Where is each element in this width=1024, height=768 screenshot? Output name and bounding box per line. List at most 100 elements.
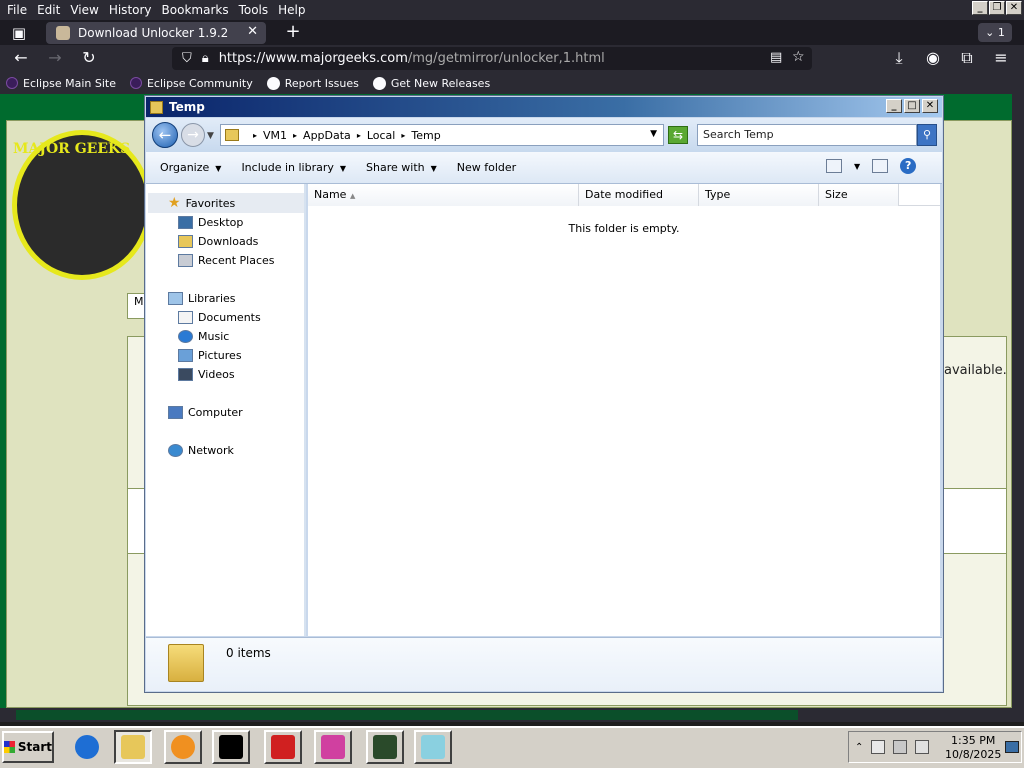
menu-tools[interactable]: Tools [239, 3, 269, 17]
taskbar-ie[interactable] [68, 730, 106, 764]
network-icon [168, 443, 183, 457]
forward-button[interactable]: → [181, 123, 205, 147]
preview-pane-icon[interactable] [872, 159, 889, 173]
address-dropdown-icon[interactable]: ▼ [650, 129, 657, 139]
nav-favorites[interactable]: ★ Favorites [168, 194, 235, 212]
refresh-button[interactable]: ⇆ [668, 126, 688, 144]
nav-pictures[interactable]: Pictures [178, 346, 242, 364]
help-icon[interactable]: ? [900, 158, 917, 174]
horizontal-scrollbar-thumb[interactable] [16, 710, 798, 720]
explorer-title: Temp [169, 100, 205, 114]
bookmark-eclipse-community[interactable]: Eclipse Community [129, 77, 253, 90]
breadcrumb-vm1[interactable]: VM1 [263, 129, 287, 142]
nav-computer[interactable]: Computer [168, 403, 243, 421]
nav-libraries[interactable]: Libraries [168, 289, 236, 307]
new-folder-button[interactable]: New folder [457, 161, 516, 174]
extensions-icon[interactable]: ⧉ [956, 48, 978, 68]
minimize-button[interactable]: _ [972, 1, 988, 15]
share-with-button[interactable]: Share with ▼ [366, 161, 437, 174]
new-tab-button[interactable]: + [282, 22, 304, 44]
taskbar-monitor[interactable] [366, 730, 404, 764]
column-size[interactable]: Size [819, 184, 899, 206]
app-menu-icon[interactable]: ≡ [990, 48, 1012, 68]
start-button[interactable]: Start [2, 731, 54, 763]
address-bar[interactable]: ▸ VM1 ▸ AppData ▸ Local ▸ Temp ▼ [220, 124, 664, 146]
shield-icon[interactable]: ⛉ [182, 51, 192, 66]
breadcrumb-separator-icon[interactable]: ▸ [357, 131, 361, 140]
majorgeeks-logo[interactable]: MAJOR GEEKS [12, 130, 152, 280]
bookmark-report-issues[interactable]: Report Issues [266, 76, 359, 90]
nav-music[interactable]: Music [178, 327, 229, 345]
recent-pages-dropdown-icon[interactable]: ▼ [207, 131, 214, 141]
change-view-icon[interactable] [826, 159, 842, 173]
lock-icon[interactable]: 🔒︎ [202, 51, 209, 66]
firefox-view-icon[interactable]: ▣ [8, 24, 30, 42]
share-label: Share with [366, 161, 425, 174]
explorer-title-bar[interactable]: Temp [146, 97, 942, 117]
search-input[interactable]: Search Temp [697, 124, 917, 146]
taskbar-media-player[interactable] [164, 730, 202, 764]
breadcrumb-separator-icon[interactable]: ▸ [293, 131, 297, 140]
close-button[interactable]: ✕ [1006, 1, 1022, 15]
taskbar-app[interactable] [314, 730, 352, 764]
reader-view-icon[interactable]: ▤ [770, 50, 782, 65]
favicon-icon [56, 26, 70, 40]
url-bar[interactable]: ⛉ 🔒︎ https://www.majorgeeks.com/mg/getmi… [172, 47, 812, 70]
tab-download-unlocker[interactable]: Download Unlocker 1.9.2 ✕ [46, 22, 266, 44]
vertical-scrollbar[interactable] [1012, 94, 1024, 708]
breadcrumb-separator-icon[interactable]: ▸ [401, 131, 405, 140]
explorer-maximize-button[interactable]: □ [904, 99, 920, 113]
nav-videos[interactable]: Videos [178, 365, 235, 383]
taskbar-toolbox[interactable] [264, 730, 302, 764]
network-status-icon[interactable] [893, 740, 908, 754]
explorer-minimize-button[interactable]: _ [886, 99, 902, 113]
file-list[interactable] [308, 184, 940, 636]
nav-documents[interactable]: Documents [178, 308, 261, 326]
column-name-label: Name [314, 188, 347, 201]
taskbar-cmd[interactable] [212, 730, 250, 764]
back-button[interactable]: ← [152, 122, 178, 148]
media-player-icon [171, 735, 195, 759]
breadcrumb-temp[interactable]: Temp [411, 129, 440, 142]
menu-bookmarks[interactable]: Bookmarks [162, 3, 229, 17]
menu-file[interactable]: File [7, 3, 27, 17]
menu-edit[interactable]: Edit [37, 3, 60, 17]
downloads-icon[interactable]: ⤓ [888, 48, 910, 68]
clock[interactable]: 1:35 PM 10/8/2025 [945, 734, 1001, 762]
breadcrumb-local[interactable]: Local [367, 129, 396, 142]
menu-bar: File Edit View History Bookmarks Tools H… [0, 0, 1024, 20]
nav-recent-places[interactable]: Recent Places [178, 251, 275, 269]
reload-icon[interactable]: ↻ [78, 48, 100, 68]
breadcrumb-appdata[interactable]: AppData [303, 129, 351, 142]
volume-icon[interactable] [915, 740, 930, 754]
account-icon[interactable]: ◉ [922, 48, 944, 68]
column-date-modified[interactable]: Date modified [579, 184, 699, 206]
tab-title: Download Unlocker 1.9.2 [78, 26, 229, 40]
search-icon[interactable]: ⚲ [917, 124, 937, 146]
column-name[interactable]: Name ▲ [308, 184, 579, 206]
back-arrow-icon[interactable]: ← [10, 48, 32, 68]
organize-button[interactable]: Organize ▼ [160, 161, 221, 174]
restore-button[interactable]: ❐ [989, 1, 1005, 15]
show-desktop-icon[interactable] [1005, 741, 1019, 753]
menu-help[interactable]: Help [278, 3, 305, 17]
taskbar-explorer[interactable] [114, 730, 152, 764]
forward-arrow-icon[interactable]: → [44, 48, 66, 68]
explorer-close-button[interactable]: ✕ [922, 99, 938, 113]
nav-network[interactable]: Network [168, 441, 234, 459]
list-all-tabs-button[interactable]: ⌄ 1 [978, 23, 1012, 42]
nav-desktop[interactable]: Desktop [178, 213, 243, 231]
close-tab-icon[interactable]: ✕ [247, 24, 258, 39]
menu-view[interactable]: View [70, 3, 98, 17]
include-in-library-button[interactable]: Include in library ▼ [241, 161, 346, 174]
bookmark-eclipse-main[interactable]: Eclipse Main Site [6, 77, 116, 90]
menu-history[interactable]: History [109, 3, 152, 17]
action-center-icon[interactable] [871, 740, 886, 754]
show-hidden-icons-icon[interactable]: ⌃ [855, 742, 863, 753]
bookmark-get-new-releases[interactable]: Get New Releases [372, 76, 490, 90]
view-dropdown-icon[interactable]: ▼ [854, 162, 860, 171]
nav-downloads[interactable]: Downloads [178, 232, 258, 250]
taskbar-notepad[interactable] [414, 730, 452, 764]
column-type[interactable]: Type [699, 184, 819, 206]
bookmark-star-icon[interactable]: ☆ [792, 49, 805, 65]
